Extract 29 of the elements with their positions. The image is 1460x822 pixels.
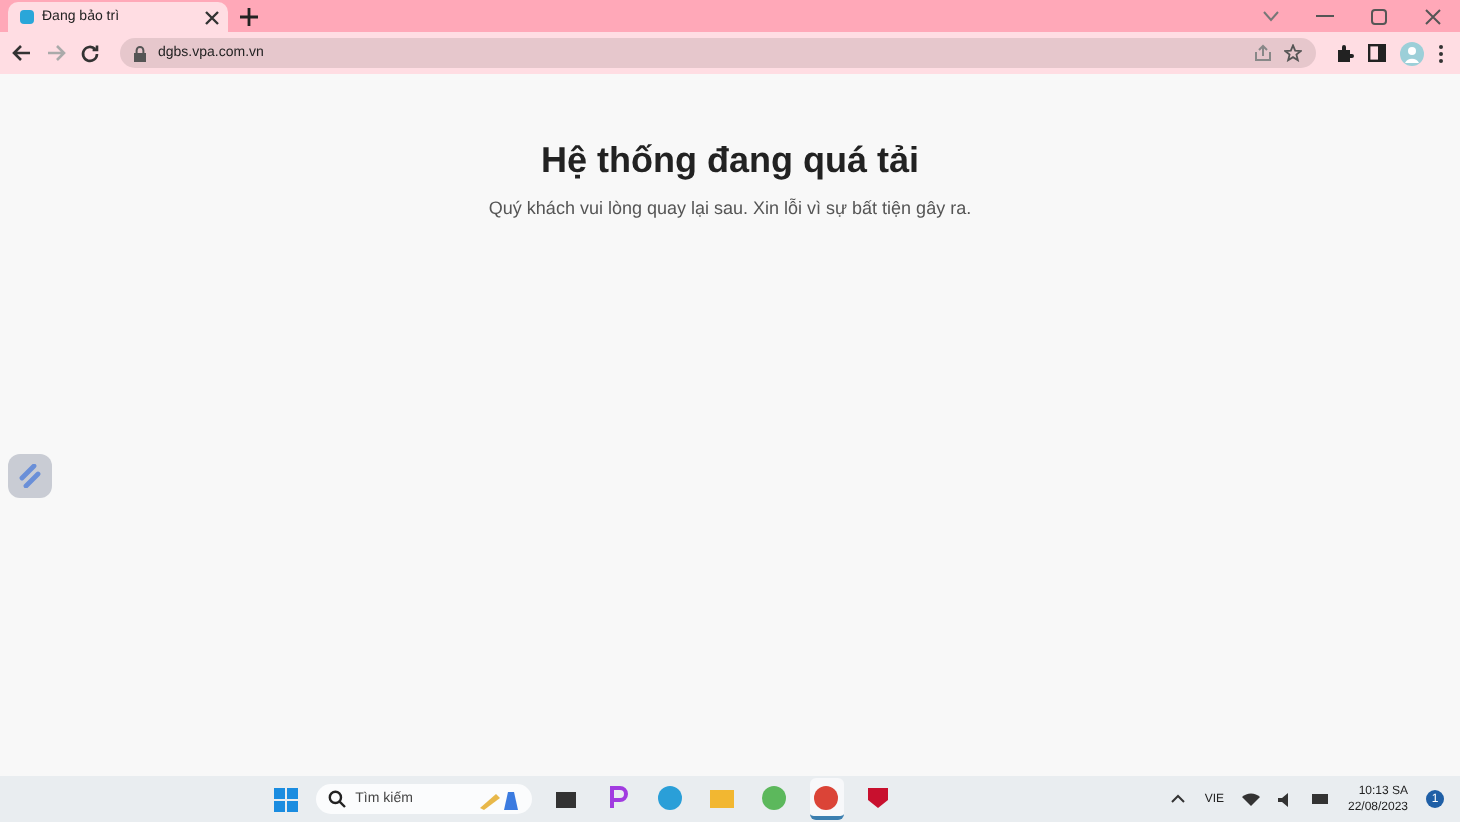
page-heading: Hệ thống đang quá tải [541, 140, 919, 182]
star-icon[interactable] [1284, 44, 1302, 62]
pencil-drawing [475, 787, 520, 811]
close-icon[interactable] [204, 9, 220, 25]
chevron-up-icon[interactable] [1170, 794, 1187, 804]
menu-icon[interactable] [1438, 43, 1444, 63]
battery-icon[interactable] [1311, 792, 1330, 806]
reload-icon[interactable] [80, 43, 100, 63]
back-icon[interactable] [12, 44, 32, 62]
favicon-icon [20, 10, 34, 24]
search-icon [327, 790, 346, 808]
app-icon [866, 785, 891, 809]
chevron-down-icon[interactable] [1262, 10, 1280, 22]
puzzle-icon[interactable] [1336, 44, 1354, 62]
restore-icon[interactable] [1370, 7, 1388, 25]
wifi-icon[interactable] [1241, 792, 1260, 806]
side-panel-icon[interactable] [1368, 44, 1386, 62]
floating-button[interactable] [8, 454, 52, 498]
app-icon [606, 785, 631, 809]
speaker-icon[interactable] [1277, 791, 1294, 807]
app-icon [710, 785, 735, 809]
start-icon[interactable] [273, 787, 298, 811]
app-icon [762, 785, 787, 809]
app-icon [658, 785, 683, 809]
app-icon [814, 785, 839, 809]
lock-icon [134, 45, 146, 61]
page-message: Quý khách vui lòng quay lại sau. Xin lỗi vì sự bất tiện gây ra. [488, 198, 972, 218]
new-tab-icon[interactable] [240, 7, 258, 25]
minimize-icon[interactable] [1316, 14, 1334, 18]
